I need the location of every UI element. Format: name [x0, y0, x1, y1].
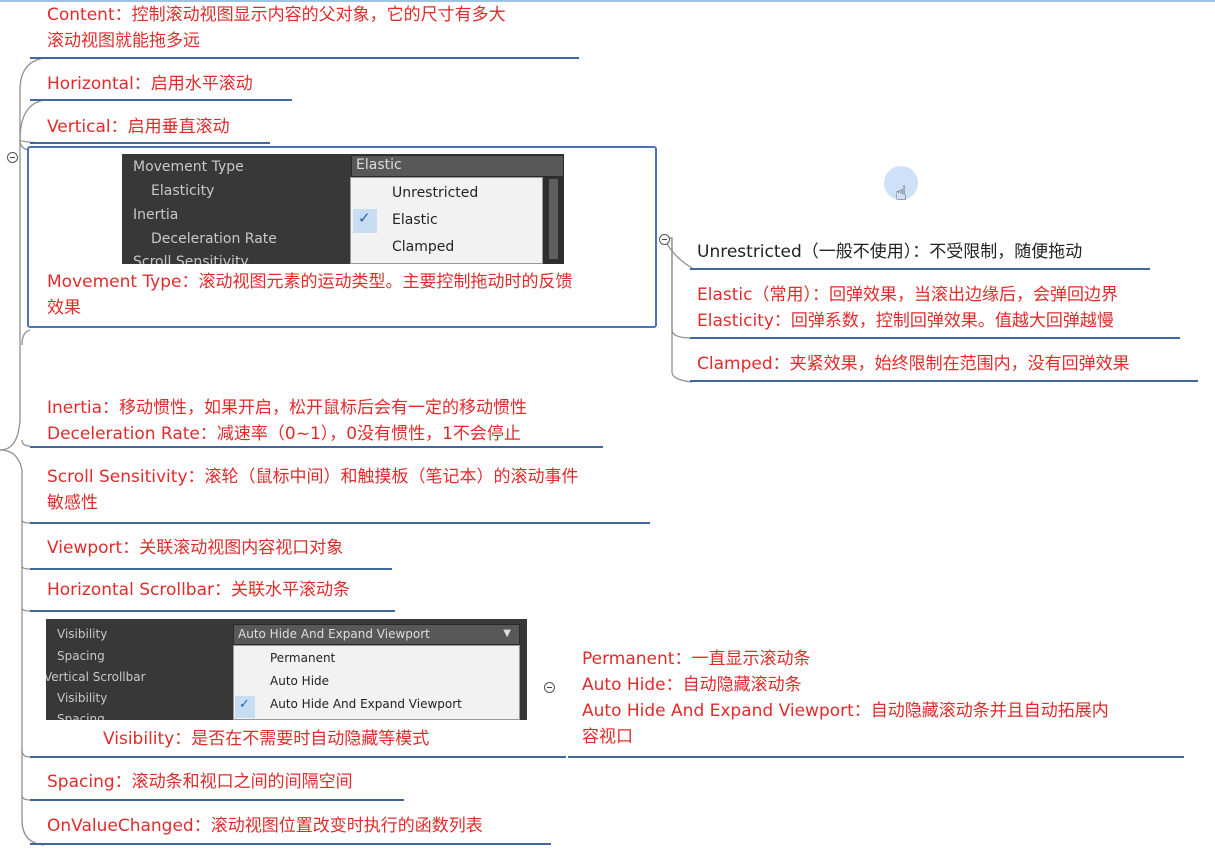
visibility-menu: ✓ Permanent Auto Hide Auto Hide And Expa… [233, 645, 520, 720]
node-auto-expand-line1: Auto Hide And Expand Viewport：自动隐藏滚动条并且自… [582, 701, 1109, 721]
menu-item-auto-hide-expand[interactable]: Auto Hide And Expand Viewport [270, 697, 462, 711]
node-scroll-line2: 敏感性 [47, 493, 98, 513]
node-underline [30, 142, 270, 144]
collapse-toggle-icon[interactable] [7, 152, 18, 163]
movement-type-dropdown[interactable]: Elastic [351, 155, 564, 177]
node-vertical[interactable]: Vertical：启用垂直滚动 [47, 114, 230, 140]
chevron-down-icon: ▼ [503, 628, 511, 639]
node-content[interactable]: Content：控制滚动视图显示内容的父对象，它的尺寸有多大 滚动视图就能拖多远 [47, 2, 506, 54]
node-underline [690, 268, 1150, 270]
inspector-label: Visibility [57, 691, 108, 705]
node-elasticity-line: Elasticity：回弹系数，控制回弹效果。值越大回弹越慢 [697, 311, 1114, 331]
node-permanent-line: Permanent：一直显示滚动条 [582, 649, 811, 669]
node-spacing[interactable]: Spacing：滚动条和视口之间的间隔空间 [47, 769, 353, 795]
node-underline [30, 99, 292, 101]
node-inertia-line: Inertia：移动惯性，如果开启，松开鼠标后会有一定的移动惯性 [47, 398, 528, 418]
node-inertia[interactable]: Inertia：移动惯性，如果开启，松开鼠标后会有一定的移动惯性 Deceler… [47, 395, 527, 447]
node-content-line1: Content：控制滚动视图显示内容的父对象，它的尺寸有多大 [47, 5, 506, 25]
inspector-label: Inertia [133, 207, 179, 223]
node-horizontal-scrollbar[interactable]: Horizontal Scrollbar：关联水平滚动条 [47, 577, 350, 603]
menu-item-permanent[interactable]: Permanent [270, 651, 335, 665]
node-elastic-line1: Elastic（常用）：回弹效果，当滚出边缘后，会弹回边界 [697, 285, 1118, 305]
checkmark-icon: ✓ [239, 697, 250, 712]
menu-item-auto-hide[interactable]: Auto Hide [270, 674, 329, 688]
node-underline [30, 610, 395, 612]
collapse-toggle-icon[interactable] [659, 234, 670, 245]
node-underline [568, 756, 1184, 758]
inspector-label: Scroll Sensitivity [133, 254, 249, 264]
visibility-inspector-screenshot: Visibility Spacing Vertical Scrollbar Vi… [46, 619, 527, 720]
inspector-label: Spacing [57, 712, 105, 720]
node-visibility[interactable]: Visibility：是否在不需要时自动隐藏等模式 [103, 726, 429, 752]
visibility-dropdown[interactable]: Auto Hide And Expand Viewport ▼ [233, 624, 520, 645]
node-scroll-sensitivity[interactable]: Scroll Sensitivity：滚轮（鼠标中间）和触摸板（笔记本）的滚动事… [47, 464, 579, 516]
node-underline [690, 380, 1198, 382]
node-viewport[interactable]: Viewport：关联滚动视图内容视口对象 [47, 535, 343, 561]
node-auto-hide-line: Auto Hide：自动隐藏滚动条 [582, 675, 802, 695]
inspector-label: Deceleration Rate [151, 231, 277, 247]
menu-item-clamped[interactable]: Clamped [392, 239, 454, 255]
inspector-label: Elasticity [151, 183, 215, 199]
node-unrestricted[interactable]: Unrestricted（一般不使用）：不受限制，随便拖动 [697, 239, 1082, 265]
node-underline [30, 843, 551, 845]
inspector-label: Spacing [57, 649, 105, 663]
node-scroll-line1: Scroll Sensitivity：滚轮（鼠标中间）和触摸板（笔记本）的滚动事… [47, 467, 579, 487]
node-underline [30, 57, 579, 59]
inspector-label: Movement Type [133, 159, 244, 175]
menu-item-unrestricted[interactable]: Unrestricted [392, 185, 478, 201]
movement-type-menu: ✓ Unrestricted Elastic Clamped [350, 177, 543, 264]
inspector-label: Visibility [57, 627, 108, 641]
inspector-label: Vertical Scrollbar [46, 670, 146, 684]
collapse-toggle-icon[interactable] [544, 682, 555, 693]
node-onvaluechanged[interactable]: OnValueChanged：滚动视图位置改变时执行的函数列表 [47, 813, 483, 839]
node-elastic[interactable]: Elastic（常用）：回弹效果，当滚出边缘后，会弹回边界 Elasticity… [697, 282, 1118, 334]
node-underline [30, 522, 650, 524]
node-horizontal[interactable]: Horizontal：启用水平滚动 [47, 71, 253, 97]
node-clamped[interactable]: Clamped：夹紧效果，始终限制在范围内，没有回弹效果 [697, 351, 1130, 377]
checkmark-icon: ✓ [358, 209, 371, 227]
scrollbar-thumb[interactable] [549, 179, 558, 259]
node-deceleration-line: Deceleration Rate：减速率（0~1），0没有惯性，1不会停止 [47, 424, 521, 444]
movement-type-inspector-screenshot: Movement Type Elasticity Inertia Deceler… [122, 154, 564, 264]
node-underline [30, 446, 603, 448]
node-underline [690, 337, 1180, 339]
node-content-line2: 滚动视图就能拖多远 [47, 31, 200, 51]
visibility-dropdown-value: Auto Hide And Expand Viewport [238, 627, 430, 641]
menu-scrollbar[interactable] [543, 177, 564, 264]
node-movement-line1: Movement Type：滚动视图元素的运动类型。主要控制拖动时的反馈 [47, 272, 573, 292]
node-movement-line2: 效果 [47, 298, 81, 318]
node-underline [30, 568, 392, 570]
hand-cursor-icon: ☝ [895, 181, 908, 205]
node-auto-expand-line2: 容视口 [582, 727, 633, 747]
node-underline [30, 756, 566, 758]
node-movement-type[interactable]: Movement Type：滚动视图元素的运动类型。主要控制拖动时的反馈 效果 [47, 269, 573, 321]
node-visibility-modes[interactable]: Permanent：一直显示滚动条 Auto Hide：自动隐藏滚动条 Auto… [582, 646, 1109, 750]
menu-item-elastic[interactable]: Elastic [392, 212, 438, 228]
node-underline [30, 799, 404, 801]
